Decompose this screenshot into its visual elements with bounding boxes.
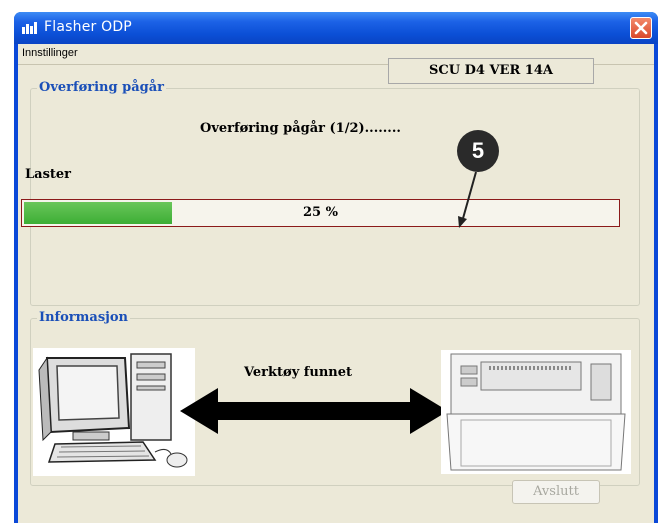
transfer-status: Overføring pågår (1/2)........	[200, 121, 401, 136]
info-status: Verktøy funnet	[244, 365, 352, 380]
exit-button[interactable]: Avslutt	[512, 480, 600, 504]
computer-icon	[33, 348, 195, 476]
progress-percent: 25 %	[303, 205, 338, 220]
transfer-group-title: Overføring pågår	[37, 80, 166, 95]
close-icon	[634, 21, 648, 35]
app-icon	[22, 22, 37, 34]
device-icon	[441, 350, 631, 474]
progress-bar: 25 %	[21, 199, 620, 227]
close-button[interactable]	[630, 17, 652, 39]
info-group-title: Informasjon	[37, 310, 130, 325]
double-arrow-icon	[180, 388, 448, 434]
version-box: SCU D4 VER 14A	[388, 58, 594, 84]
progress-caption: Laster	[25, 167, 72, 182]
menu-item-innstillinger[interactable]: Innstillinger	[22, 47, 78, 59]
title-bar[interactable]: Flasher ODP	[14, 12, 658, 44]
window-title: Flasher ODP	[44, 19, 132, 35]
callout-badge: 5	[457, 130, 499, 172]
